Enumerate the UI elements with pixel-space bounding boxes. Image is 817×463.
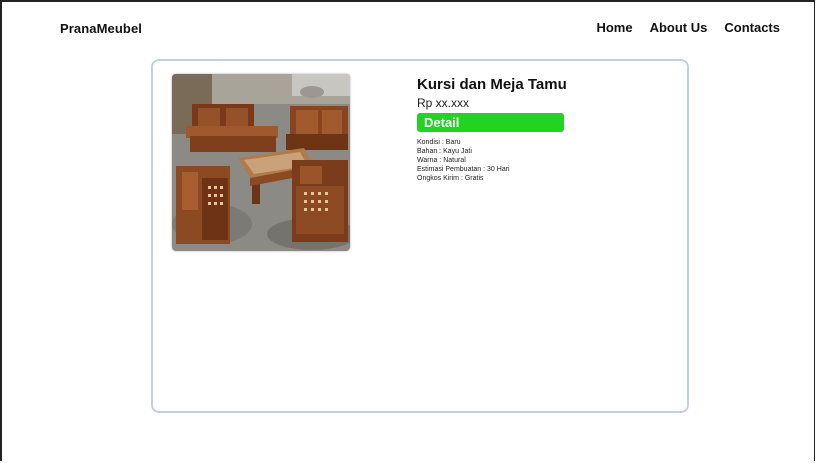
spec-bahan: Bahan : Kayu Jati — [417, 148, 472, 155]
nav-home-link[interactable]: Home — [596, 20, 632, 35]
nav-contacts-link[interactable]: Contacts — [724, 20, 780, 35]
product-info: Kursi dan Meja Tamu Rp xx.xxx Detail Kon… — [417, 76, 567, 183]
spec-kondisi: Kondisi : Baru — [417, 139, 461, 146]
detail-button[interactable]: Detail — [417, 113, 564, 132]
brand-logo[interactable]: PranaMeubel — [60, 21, 142, 36]
product-title: Kursi dan Meja Tamu — [417, 76, 567, 93]
spec-warna: Warna : Natural — [417, 157, 466, 164]
product-card: Kursi dan Meja Tamu Rp xx.xxx Detail Kon… — [151, 59, 689, 413]
spec-estimasi: Estimasi Pembuatan : 30 Hari — [417, 166, 510, 173]
product-specs: Kondisi : Baru Bahan : Kayu Jati Warna :… — [417, 138, 567, 183]
spec-ongkir: Ongkos Kirim : Gratis — [417, 175, 484, 182]
product-photo — [172, 74, 350, 251]
product-price: Rp xx.xxx — [417, 96, 470, 110]
main-nav: Home About Us Contacts — [596, 20, 780, 35]
furniture-photo-icon — [172, 74, 350, 251]
nav-about-link[interactable]: About Us — [650, 20, 708, 35]
